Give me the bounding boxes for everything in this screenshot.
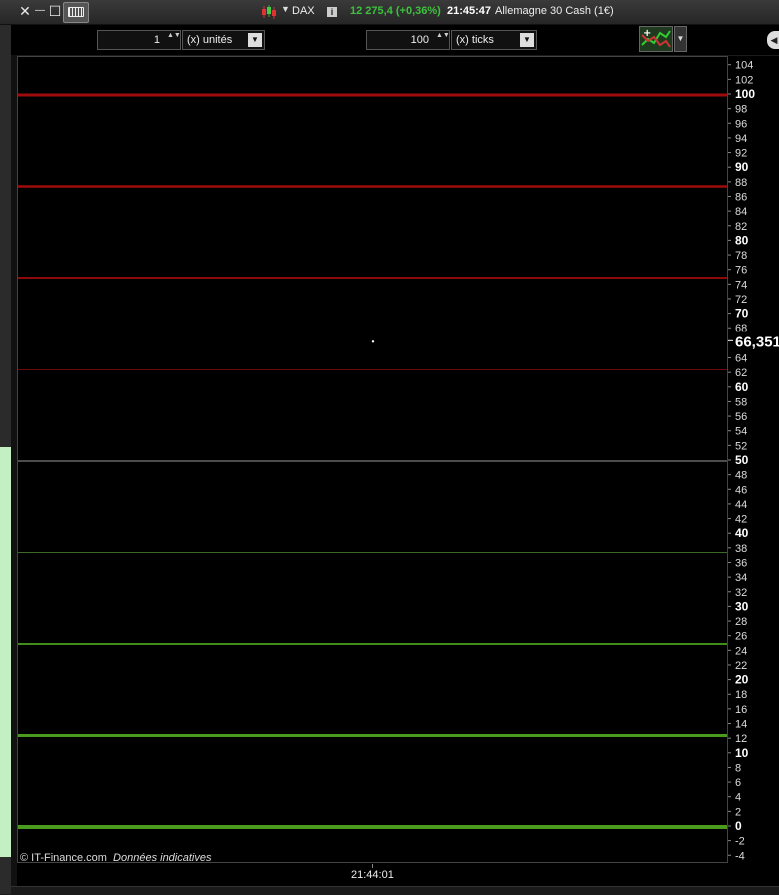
keyboard-button[interactable] [63,2,89,23]
y-tick-label-21: 62 [735,367,747,379]
y-tick-label-25: 54 [735,426,747,438]
y-tick-label-9: 86 [735,191,747,203]
y-tick-label-11: 82 [735,221,747,233]
ticks-select-label: (x) ticks [456,34,494,46]
watermark: © IT-Finance.com Données indicatives [20,852,211,864]
last-price: 12 275,4 (+0,36%) [350,5,441,17]
chart-toolbar: 1 ▲▼ (x) unités ▼ 100 ▲▼ (x) ticks ▼ + ▼… [11,25,779,55]
y-tick-label-28: 48 [735,470,747,482]
y-tick-label-24: 56 [735,411,747,423]
chart-panel: © IT-Finance.com Données indicatives 104… [17,56,779,864]
y-tick-label-5: 94 [735,133,747,145]
y-tick-label-53: -2 [735,836,745,848]
y-tick-label-41: 22 [735,660,747,672]
indicator-chart-icon: + [640,27,672,51]
indicator-dropdown-icon[interactable]: ▼ [674,26,687,52]
x-axis-tick [372,864,373,868]
y-tick-label-26: 52 [735,440,747,452]
current-value-label: 66,351 [735,333,779,350]
y-tick-label-22: 60 [735,380,749,394]
close-icon[interactable]: ✕ [17,3,33,19]
y-tick-label-3: 98 [735,104,747,116]
y-tick-label-54: -4 [735,850,745,862]
svg-text:+: + [643,28,651,39]
chart-type-dropdown-icon[interactable]: ▼ [281,4,290,14]
y-tick-label-16: 72 [735,294,747,306]
plot-area[interactable]: © IT-Finance.com Données indicatives [17,56,728,864]
left-panel-highlight [0,447,11,857]
ticker-symbol[interactable]: DAX [292,5,315,17]
y-tick-label-34: 36 [735,557,747,569]
y-tick-label-1: 102 [735,74,753,86]
side-panel-collapse-icon[interactable]: ◀ [767,31,779,49]
y-tick-label-23: 58 [735,396,747,408]
y-tick-label-35: 34 [735,572,747,584]
y-tick-label-40: 24 [735,645,747,657]
copyright-text: © IT-Finance.com [20,852,107,864]
y-tick-label-4: 96 [735,118,747,130]
y-tick-label-45: 14 [735,719,747,731]
clock-time: 21:45:47 [447,5,492,17]
chevron-down-icon[interactable]: ▼ [520,33,534,47]
chevron-down-icon[interactable]: ▼ [248,33,262,47]
y-tick-label-44: 16 [735,704,747,716]
y-tick-label-33: 38 [735,543,747,555]
ticks-stepper[interactable]: 100 ▲▼ [366,30,450,50]
y-tick-label-30: 44 [735,499,747,511]
units-spin-icon[interactable]: ▲▼ [167,32,181,40]
y-tick-label-29: 46 [735,484,747,496]
ticks-spin-icon[interactable]: ▲▼ [436,32,450,40]
y-tick-label-43: 18 [735,689,747,701]
y-tick-label-7: 90 [735,160,749,174]
y-tick-label-17: 70 [735,307,749,321]
ticks-select[interactable]: (x) ticks ▼ [451,30,537,50]
y-tick-label-37: 30 [735,599,749,613]
y-tick-label-36: 32 [735,587,747,599]
plot-svg [18,93,727,829]
instrument-name: Allemagne 30 Cash (1€) [495,5,614,17]
y-tick-label-52: 0 [735,819,742,833]
y-tick-label-31: 42 [735,514,747,526]
current-value-badge: 66,351 [728,331,779,350]
y-tick-label-51: 2 [735,806,741,818]
title-bar: ✕ — ☐ ▼ DAX i 12 275,4 (+0,36%) 21:45:47… [0,0,779,25]
y-tick-label-38: 28 [735,616,747,628]
maximize-icon[interactable]: ☐ [47,3,63,19]
y-tick-label-27: 50 [735,453,749,467]
y-tick-label-15: 74 [735,279,747,291]
y-tick-label-6: 92 [735,148,747,160]
y-tick-label-48: 8 [735,762,741,774]
disclaimer-text: Données indicatives [113,852,212,864]
add-indicator-button[interactable]: + [639,26,673,52]
info-icon[interactable]: i [327,7,337,17]
y-tick-label-50: 4 [735,792,741,804]
y-tick-label-49: 6 [735,777,741,789]
ticks-value: 100 [410,34,429,46]
y-tick-label-20: 64 [735,353,747,365]
y-tick-label-12: 80 [735,233,749,247]
data-point-0[interactable] [371,340,375,343]
y-tick-label-14: 76 [735,265,747,277]
y-tick-label-0: 104 [735,60,753,72]
units-select-label: (x) unités [187,34,233,46]
y-axis[interactable]: 104 102 100 98 96 94 92 90 88 86 84 82 80 78 76 74 72 70 6… [728,56,779,864]
y-tick-label-2: 100 [735,87,755,101]
y-tick-label-13: 78 [735,250,747,262]
y-tick-label-8: 88 [735,177,747,189]
minimize-icon[interactable]: — [32,3,48,19]
x-axis[interactable]: 21:44:01 [17,864,779,886]
y-tick-label-32: 40 [735,526,749,540]
y-tick-label-42: 20 [735,673,749,687]
y-tick-label-46: 12 [735,733,747,745]
units-stepper[interactable]: 1 ▲▼ [97,30,181,50]
y-tick-label-47: 10 [735,746,749,760]
y-tick-label-39: 26 [735,631,747,643]
keyboard-icon [68,7,84,17]
units-select[interactable]: (x) unités ▼ [182,30,265,50]
y-tick-label-10: 84 [735,206,747,218]
units-value: 1 [153,34,160,46]
x-axis-time-label: 21:44:01 [351,869,394,881]
y-axis-svg: 1041021009896949290888684828078767472706… [728,60,779,862]
candlestick-icon[interactable] [261,5,277,19]
